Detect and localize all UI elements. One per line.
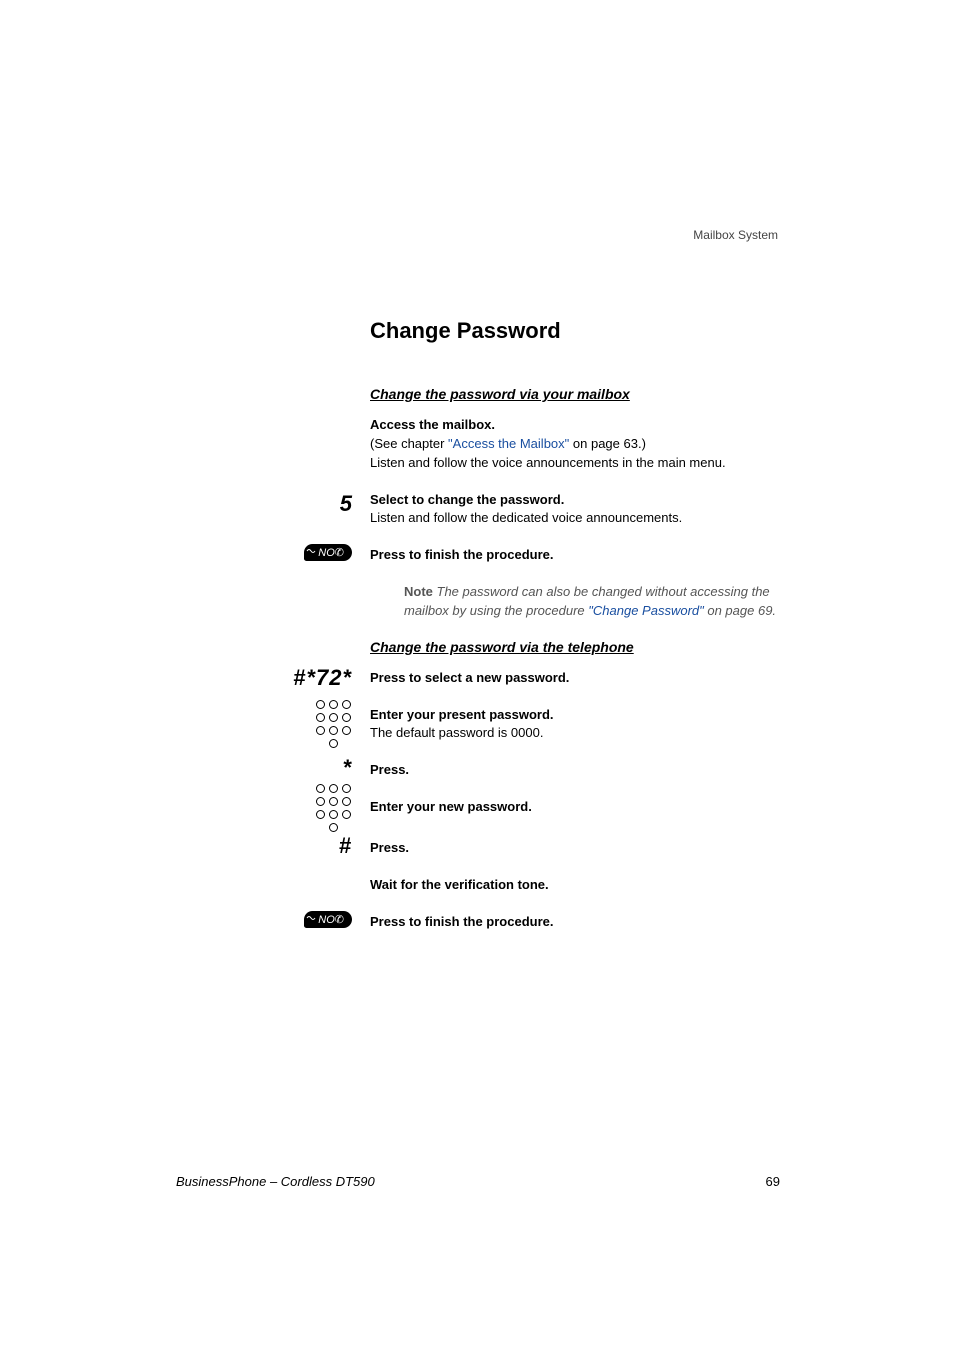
step-bold: Wait for the verification tone. bbox=[370, 876, 780, 895]
step-press-hash: # Press. bbox=[370, 839, 780, 858]
key-hash: # bbox=[339, 833, 352, 859]
step-bold: Enter your present password. bbox=[370, 706, 780, 725]
step-press-code: #*72* Press to select a new password. bbox=[370, 669, 780, 688]
phone-icon: ✆ bbox=[335, 547, 344, 559]
no-button-icon: NO✆ bbox=[304, 911, 352, 928]
step-wait-tone: Wait for the verification tone. bbox=[370, 876, 780, 895]
step-access-mailbox: Access the mailbox. (See chapter "Access… bbox=[370, 416, 780, 473]
step-body: The default password is 0000. bbox=[370, 724, 780, 743]
key-sequence-code: #*72* bbox=[293, 665, 352, 691]
header-section-label: Mailbox System bbox=[693, 228, 778, 242]
link-change-password[interactable]: "Change Password" bbox=[588, 603, 703, 618]
step-finish-1: NO✆ Press to finish the procedure. bbox=[370, 546, 780, 565]
page-footer: BusinessPhone – Cordless DT590 69 bbox=[176, 1174, 780, 1189]
step-bold: Enter your new password. bbox=[370, 798, 780, 817]
step-bold: Press. bbox=[370, 839, 780, 858]
subheading-via-mailbox: Change the password via your mailbox bbox=[370, 386, 780, 402]
phone-icon: ✆ bbox=[335, 914, 344, 926]
text-post: on page 63.) bbox=[569, 436, 646, 451]
step-select-change: 5 Select to change the password. Listen … bbox=[370, 491, 780, 529]
no-button-icon: NO✆ bbox=[304, 544, 352, 561]
step-body: (See chapter "Access the Mailbox" on pag… bbox=[370, 435, 780, 454]
step-bold: Access the mailbox. bbox=[370, 416, 780, 435]
footer-product: BusinessPhone – Cordless DT590 bbox=[176, 1174, 375, 1189]
link-access-mailbox[interactable]: "Access the Mailbox" bbox=[448, 436, 569, 451]
key-star: * bbox=[342, 755, 352, 781]
page-title: Change Password bbox=[370, 318, 780, 344]
footer-page-number: 69 bbox=[766, 1174, 780, 1189]
text-pre: (See chapter bbox=[370, 436, 448, 451]
subheading-via-telephone: Change the password via the telephone bbox=[370, 639, 780, 655]
note-text-post: on page 69. bbox=[704, 603, 776, 618]
no-button-label: NO bbox=[318, 547, 335, 559]
step-bold: Press. bbox=[370, 761, 780, 780]
step-enter-new: Enter your new password. bbox=[370, 798, 780, 817]
note-label: Note bbox=[404, 584, 433, 599]
no-button-label: NO bbox=[318, 914, 335, 926]
step-bold: Select to change the password. bbox=[370, 491, 780, 510]
step-bold: Press to select a new password. bbox=[370, 669, 780, 688]
step-bold: Press to finish the procedure. bbox=[370, 913, 780, 932]
key-5: 5 bbox=[340, 491, 352, 517]
step-body-2: Listen and follow the voice announcement… bbox=[370, 454, 780, 473]
step-bold: Press to finish the procedure. bbox=[370, 546, 780, 565]
step-enter-present: Enter your present password. The default… bbox=[370, 706, 780, 744]
note-block: Note The password can also be changed wi… bbox=[404, 583, 780, 621]
step-press-star: * Press. bbox=[370, 761, 780, 780]
step-body: Listen and follow the dedicated voice an… bbox=[370, 509, 780, 528]
step-finish-2: NO✆ Press to finish the procedure. bbox=[370, 913, 780, 932]
keypad-icon bbox=[316, 700, 352, 749]
keypad-icon bbox=[316, 784, 352, 833]
